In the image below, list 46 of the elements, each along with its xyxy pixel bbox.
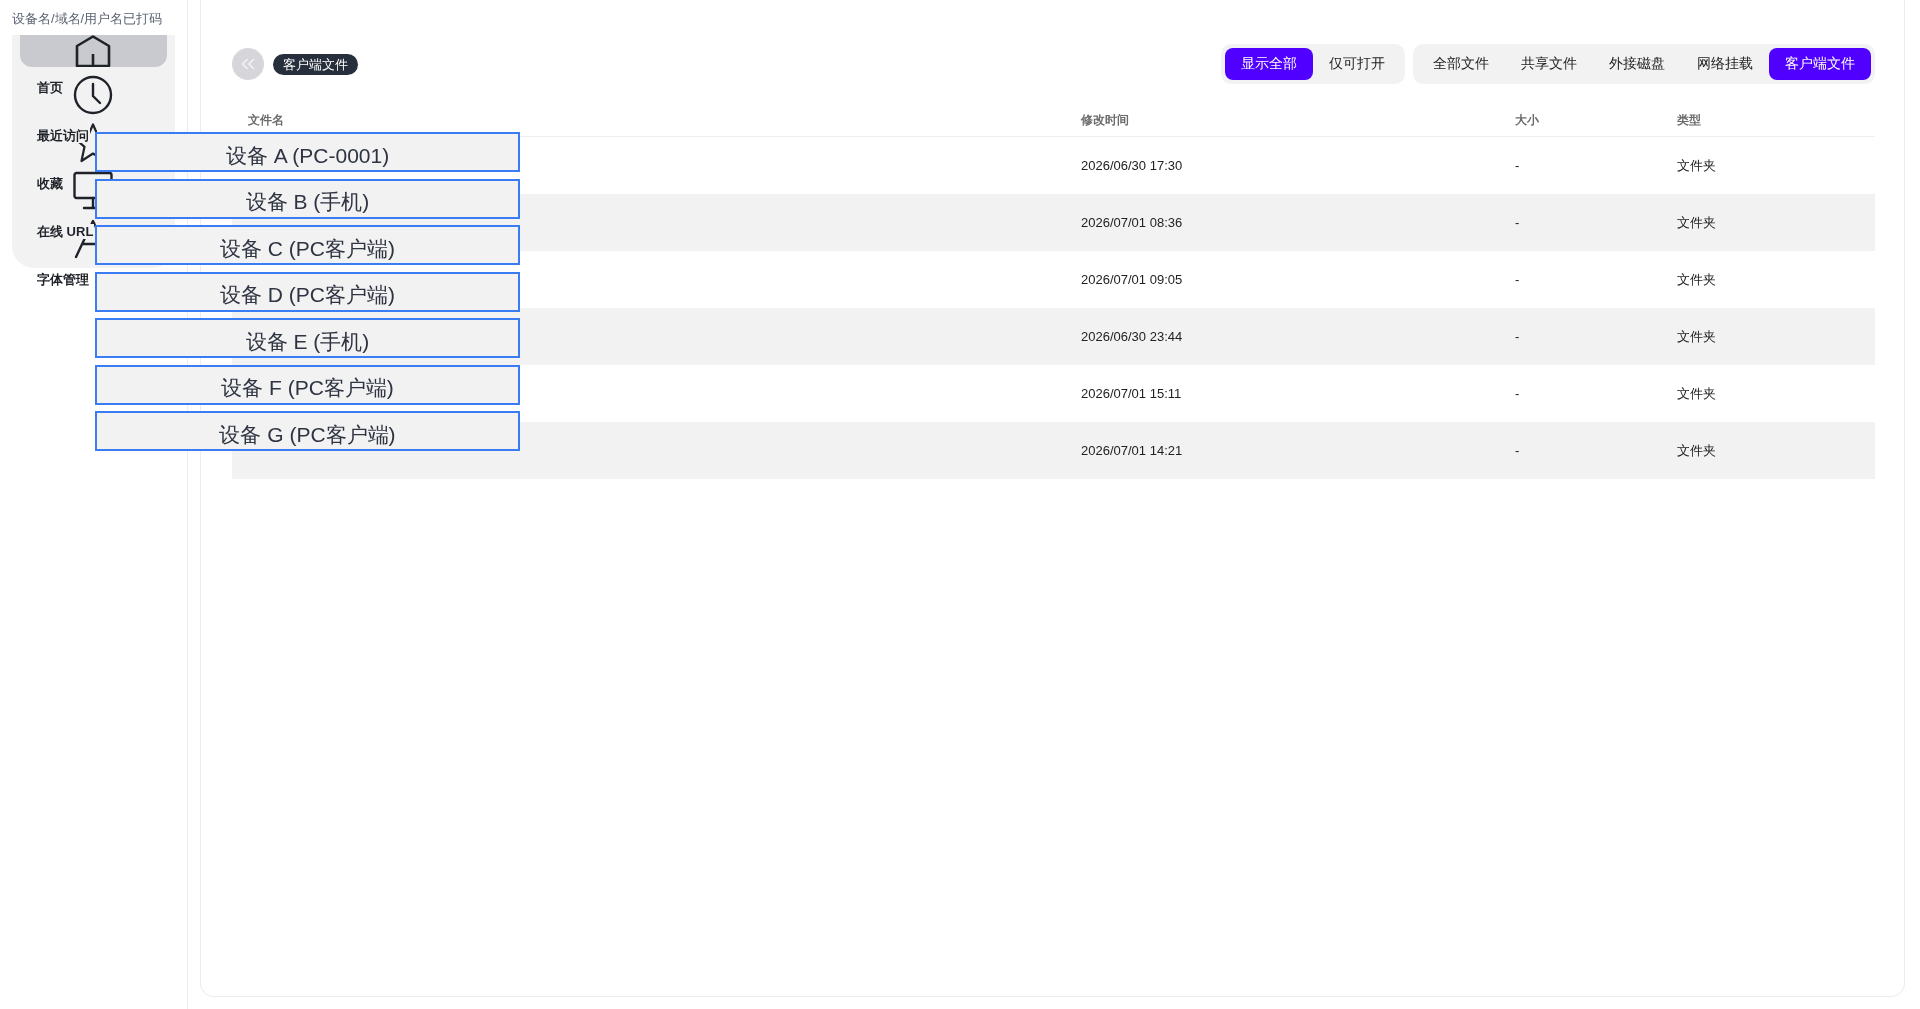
column-header[interactable]: 修改时间	[1065, 112, 1129, 129]
redaction-label: 设备 F (PC客户端)	[95, 364, 520, 405]
source-tab[interactable]: 网络挂载	[1681, 48, 1769, 80]
nav-item[interactable]: 在线 URL	[37, 224, 95, 239]
nav-item[interactable]: 收藏	[37, 176, 64, 191]
type-cell-text: 文件夹	[1676, 213, 1716, 232]
type-cell-text: 文件夹	[1676, 327, 1716, 346]
nav-item[interactable]: 字体管理	[37, 272, 90, 287]
filter-toggle[interactable]: 显示全部	[1225, 48, 1313, 80]
redaction-label: 设备 E (手机)	[95, 318, 520, 358]
size-cell-text: -	[1514, 329, 1520, 344]
modified-cell-text: 2026/07/01 08:36	[1080, 215, 1183, 230]
redaction-label: 设备 C (PC客户端)	[95, 225, 520, 265]
redaction-label: 设备 A (PC-0001)	[95, 132, 520, 172]
modified-cell-text: 2026/07/01 15:11	[1080, 386, 1182, 401]
source-tab[interactable]: 全部文件	[1417, 48, 1505, 80]
column-header[interactable]: 文件名	[232, 112, 284, 129]
modified-cell-text: 2026/06/30 17:30	[1080, 158, 1183, 173]
column-header[interactable]: 大小	[1499, 112, 1539, 129]
nav-item[interactable]: 最近访问	[37, 128, 90, 143]
source-tab[interactable]: 客户端文件	[1769, 48, 1871, 80]
type-cell-text: 文件夹	[1676, 384, 1716, 403]
modified-cell-text: 2026/07/01 09:05	[1080, 272, 1183, 287]
breadcrumb-chip: 客户端文件	[273, 53, 358, 75]
column-header[interactable]: 类型	[1661, 112, 1701, 129]
modified-cell-text: 2026/07/01 14:21	[1080, 443, 1183, 458]
source-tab[interactable]: 外接磁盘	[1593, 48, 1681, 80]
size-cell-text: -	[1514, 215, 1520, 230]
type-cell-text: 文件夹	[1676, 441, 1716, 460]
type-cell-text: 文件夹	[1676, 156, 1716, 175]
size-cell-text: -	[1514, 158, 1520, 173]
nav-highlight[interactable]	[20, 35, 167, 67]
nav-item[interactable]: 首页	[37, 80, 64, 95]
house-icon	[73, 35, 113, 67]
redaction-note: 设备名/域名/用户名已打码	[12, 11, 163, 26]
type-cell-text: 文件夹	[1676, 270, 1716, 289]
size-cell-text: -	[1514, 272, 1520, 287]
filter-toggle[interactable]: 仅可打开	[1313, 48, 1401, 80]
source-tab[interactable]: 共享文件	[1505, 48, 1593, 80]
redaction-label: 设备 D (PC客户端)	[95, 271, 520, 312]
modified-cell-text: 2026/06/30 23:44	[1080, 329, 1183, 344]
clock-icon	[73, 75, 113, 115]
redaction-label: 设备 B (手机)	[95, 178, 520, 219]
size-cell-text: -	[1514, 386, 1520, 401]
size-cell-text: -	[1514, 443, 1520, 458]
redaction-label: 设备 G (PC客户端)	[95, 411, 520, 451]
